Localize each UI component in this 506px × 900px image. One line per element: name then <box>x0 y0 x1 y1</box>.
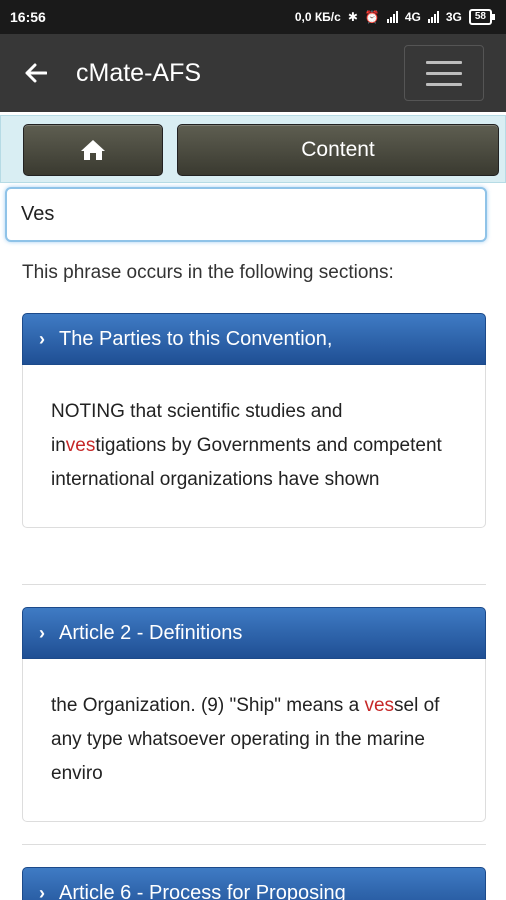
back-button[interactable] <box>14 51 58 95</box>
divider <box>22 584 486 585</box>
result-header[interactable]: › Article 6 - Process for Proposing <box>22 867 486 900</box>
search-input[interactable] <box>5 187 487 242</box>
chevron-right-icon: › <box>39 328 45 349</box>
status-icons: 0,0 КБ/с ✱ ⏰ 4G 3G 58 <box>294 9 496 25</box>
hamburger-icon <box>426 60 462 64</box>
network-3g-label: 3G <box>445 10 462 24</box>
result-header[interactable]: › Article 2 - Definitions <box>22 607 486 659</box>
home-icon <box>81 140 105 160</box>
result-title: Article 6 - Process for Proposing <box>59 881 346 900</box>
battery-icon: 58 <box>468 9 496 25</box>
match-highlight: ves <box>364 695 395 716</box>
result-title: The Parties to this Convention, <box>59 327 333 350</box>
arrow-left-icon <box>25 63 47 83</box>
result-section: › The Parties to this Convention, NOTING… <box>22 313 486 528</box>
chevron-right-icon: › <box>39 882 45 900</box>
signal-icon-2 <box>427 11 439 23</box>
status-bar: 16:56 0,0 КБ/с ✱ ⏰ 4G 3G 58 <box>0 0 506 34</box>
divider <box>22 844 486 845</box>
chevron-right-icon: › <box>39 622 45 643</box>
result-section: › Article 6 - Process for Proposing <box>22 867 486 900</box>
app-bar: cMate-AFS <box>0 34 506 112</box>
status-time: 16:56 <box>10 9 46 25</box>
nav-strip: Content <box>0 115 506 183</box>
match-highlight: ves <box>65 435 96 456</box>
network-4g-label: 4G <box>404 10 421 24</box>
result-title: Article 2 - Definitions <box>59 621 243 644</box>
result-header[interactable]: › The Parties to this Convention, <box>22 313 486 365</box>
bluetooth-icon: ✱ <box>347 10 358 24</box>
menu-button[interactable] <box>404 45 484 101</box>
results-intro: This phrase occurs in the following sect… <box>22 262 394 283</box>
result-snippet: NOTING that scientific studies and inves… <box>22 365 486 528</box>
signal-icon <box>386 11 398 23</box>
result-snippet: the Organization. (9) "Ship" means a ves… <box>22 659 486 822</box>
content-button[interactable]: Content <box>177 124 499 176</box>
home-button[interactable] <box>23 124 163 176</box>
app-title: cMate-AFS <box>76 58 202 87</box>
network-speed: 0,0 КБ/с <box>294 10 341 24</box>
alarm-icon: ⏰ <box>364 10 380 24</box>
result-section: › Article 2 - Definitions the Organizati… <box>22 607 486 822</box>
